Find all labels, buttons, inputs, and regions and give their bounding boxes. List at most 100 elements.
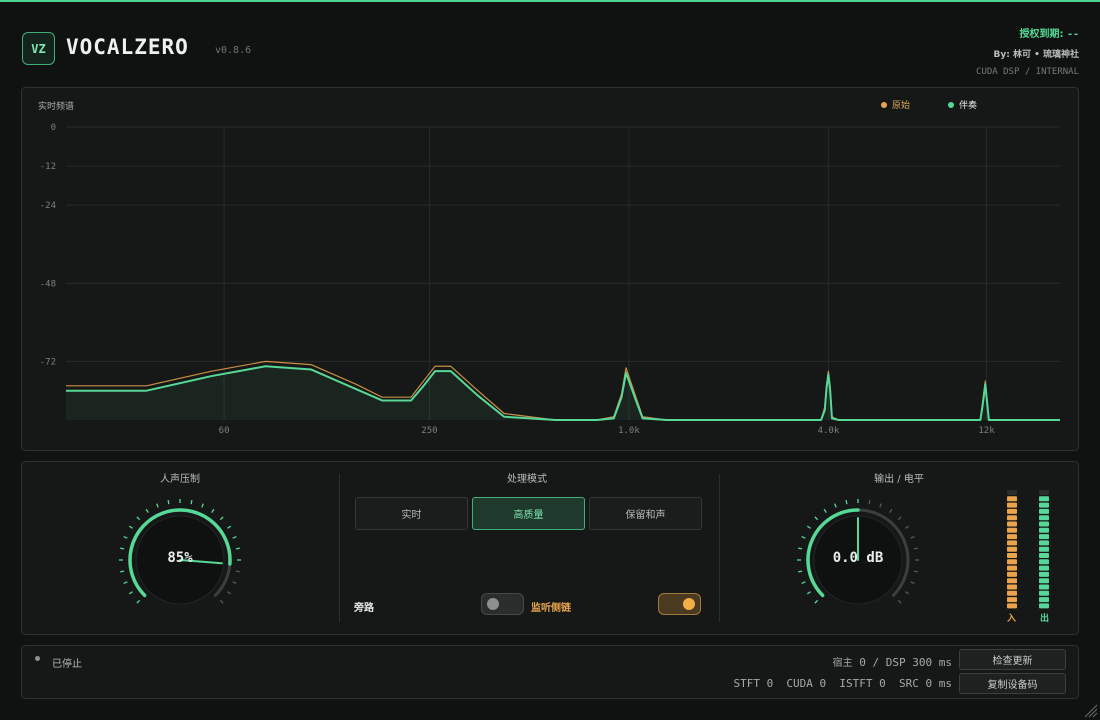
x-tick-label: 60	[219, 426, 230, 436]
meter-in-segment	[1007, 490, 1017, 495]
meter-in-segment	[1007, 540, 1017, 546]
meter-in-segment	[1007, 584, 1017, 590]
output-knob-tick	[845, 500, 848, 505]
output-knob-tick	[801, 536, 806, 539]
meter-in-segment	[1007, 578, 1017, 584]
output-gain-value: 0.0 dB	[832, 550, 884, 566]
divider-left	[339, 474, 340, 622]
vocal-knob-tick	[227, 591, 232, 595]
output-knob-tick	[913, 547, 918, 550]
vocal-knob-tick	[128, 525, 133, 529]
status-text: 已停止	[52, 659, 82, 670]
meter-out-segment	[1039, 490, 1049, 495]
output-knob-tick	[913, 570, 918, 573]
meter-in-segment	[1007, 571, 1017, 577]
author-byline: By: 林可 • 琉璃神社	[993, 50, 1079, 60]
meter-in-segment	[1007, 521, 1017, 527]
meter-out-segment	[1039, 496, 1049, 502]
meter-out-segment	[1039, 515, 1049, 521]
header-info: 授权到期: -- By: 林可 • 琉璃神社 CUDA DSP / INTERN…	[976, 25, 1079, 77]
legend-accompaniment-dot	[948, 101, 954, 108]
vocal-knob-tick	[128, 591, 133, 595]
monitor-sidechain-toggle[interactable]	[658, 593, 701, 615]
divider-right	[719, 474, 720, 622]
status-indicator-dot	[35, 656, 40, 661]
legend-original-dot	[881, 101, 887, 108]
vocal-suppression-label: 人声压制	[160, 474, 200, 485]
output-knob-tick	[801, 581, 806, 584]
output-knob-tick	[879, 503, 882, 508]
meter-in-segment	[1007, 565, 1017, 571]
output-level-label: 输出 / 电平	[874, 474, 924, 485]
meter-out-segment	[1039, 534, 1049, 540]
output-knob-tick	[798, 547, 803, 550]
bypass-label: 旁路	[354, 603, 374, 614]
legend-accompaniment: 伴奏	[948, 98, 977, 111]
meter-out-segment	[1039, 597, 1049, 603]
app-version: v0.8.6	[215, 45, 252, 56]
vocal-knob-tick	[120, 570, 125, 573]
license-label: 授权到期:	[1019, 29, 1064, 40]
meter-in-label: 入	[1007, 614, 1017, 624]
meter-out-label: 出	[1040, 614, 1050, 624]
monitor-sidechain-label: 监听侧链	[531, 603, 571, 614]
meter-out-segment	[1039, 603, 1049, 609]
meter-out-segment	[1039, 571, 1049, 577]
vocal-knob-tick	[136, 599, 141, 604]
meter-out-segment	[1039, 584, 1049, 590]
vocal-knob-tick	[235, 570, 240, 573]
meter-out-segment	[1039, 578, 1049, 584]
vocal-knob-tick	[227, 525, 232, 529]
vocal-knob-tick	[120, 547, 125, 550]
meter-in-segment	[1007, 546, 1017, 552]
copy-device-code-button[interactable]: 复制设备码	[959, 673, 1066, 694]
resize-grip-icon[interactable]	[1082, 702, 1098, 718]
meter-out-segment	[1039, 508, 1049, 514]
output-knob-tick	[897, 516, 902, 521]
y-tick-label: -24	[40, 201, 56, 211]
stage-latency-stats: STFT 0 CUDA 0 ISTFT 0 SRC 0 ms	[733, 677, 952, 690]
meter-out-segment	[1039, 527, 1049, 533]
vocal-knob-tick	[156, 503, 159, 508]
meter-out-segment	[1039, 565, 1049, 571]
legend-accompaniment-label: 伴奏	[959, 101, 978, 111]
spectrum-title: 实时频谱	[38, 102, 75, 112]
mode-high-quality-button[interactable]: 高质量	[472, 497, 585, 530]
output-knob-tick	[905, 525, 910, 529]
output-knob-tick	[868, 500, 871, 505]
output-knob-tick	[910, 581, 915, 584]
legend-original: 原始	[881, 98, 910, 111]
meter-in-segment	[1007, 590, 1017, 596]
top-accent-line	[0, 0, 1100, 2]
meter-in-segment	[1007, 534, 1017, 540]
meter-in-segment	[1007, 515, 1017, 521]
x-tick-label: 250	[421, 426, 437, 436]
output-knob-tick	[798, 570, 803, 573]
output-knob-tick	[897, 599, 902, 604]
vocal-suppression-value: 85%	[167, 550, 193, 566]
license-value: --	[1066, 29, 1079, 40]
meter-in-segment	[1007, 559, 1017, 565]
vocal-knob-tick	[219, 516, 224, 521]
output-knob-tick	[834, 503, 837, 508]
processing-mode-label: 处理模式	[507, 474, 547, 485]
check-update-button[interactable]: 检查更新	[959, 649, 1066, 670]
mode-realtime-button[interactable]: 实时	[355, 497, 468, 530]
mode-keep-harmony-button[interactable]: 保留和声	[589, 497, 702, 530]
vocal-knob-tick	[167, 500, 170, 505]
meter-in-segment	[1007, 553, 1017, 558]
output-knob-tick	[814, 599, 819, 604]
vocal-knob-tick	[123, 536, 128, 539]
vocal-knob-tick	[235, 547, 240, 550]
output-knob-tick	[905, 591, 910, 595]
y-tick-label: -72	[40, 357, 56, 367]
meter-out-segment	[1039, 502, 1049, 508]
vocal-knob-tick	[201, 503, 204, 508]
bypass-toggle[interactable]	[481, 593, 524, 615]
meter-out-segment	[1039, 546, 1049, 552]
y-tick-label: -12	[40, 162, 56, 172]
app-logo: VZ	[22, 32, 55, 65]
monitor-sidechain-toggle-knob	[683, 598, 695, 610]
spectrum-chart: 0 -12 -24 -48 -72 60 250 1.0k 4.0k 12k	[40, 123, 1060, 436]
status-panel: 已停止 宿主 0 / DSP 300 ms STFT 0 CUDA 0 ISTF…	[21, 645, 1079, 699]
